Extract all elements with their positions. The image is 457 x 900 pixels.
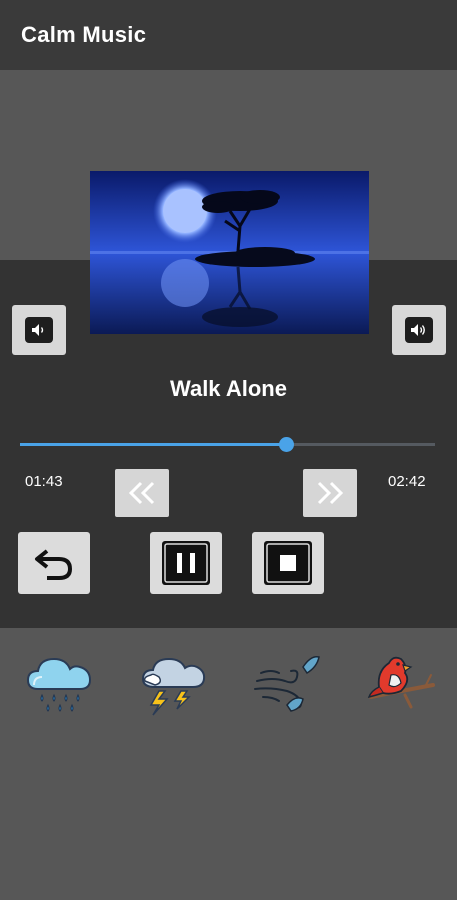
replay-button[interactable] [18, 532, 90, 594]
bird-sound-button[interactable] [364, 648, 440, 720]
double-chevron-right-icon [317, 481, 344, 505]
thunderstorm-icon [141, 657, 206, 716]
speaker-icon [25, 317, 53, 343]
forward-button[interactable] [303, 469, 357, 517]
cardinal-bird-icon [367, 656, 435, 709]
stop-icon [264, 541, 312, 585]
thunder-sound-button[interactable] [135, 648, 211, 720]
rewind-button[interactable] [115, 469, 169, 517]
app-bar: Calm Music [0, 0, 457, 70]
wind-leaves-icon [254, 655, 320, 712]
speaker-icon [405, 317, 433, 343]
wind-sound-button[interactable] [249, 648, 325, 720]
total-duration: 02:42 [388, 473, 426, 490]
seek-thumb[interactable] [279, 437, 294, 452]
album-artwork [90, 171, 369, 334]
pause-icon [162, 541, 210, 585]
rain-sound-button[interactable] [21, 648, 97, 720]
volume-left-button[interactable] [12, 305, 66, 355]
undo-arrow-icon [35, 549, 73, 580]
stop-button[interactable] [252, 532, 324, 594]
rain-cloud-icon [26, 657, 92, 712]
double-chevron-left-icon [128, 481, 155, 505]
volume-right-button[interactable] [392, 305, 446, 355]
track-title: Walk Alone [170, 376, 287, 401]
app-title: Calm Music [21, 22, 147, 47]
seek-progress [20, 443, 286, 446]
pause-button[interactable] [150, 532, 222, 594]
elapsed-time: 01:43 [25, 473, 63, 490]
